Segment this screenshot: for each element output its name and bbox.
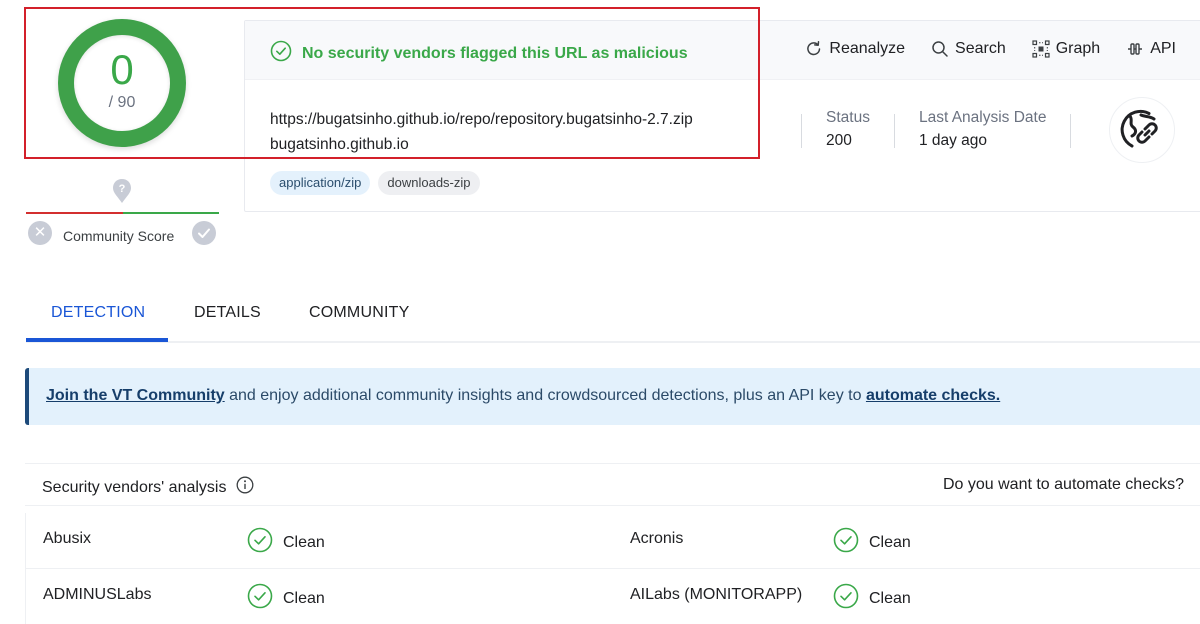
vendors-title: Security vendors' analysis [42,476,254,499]
tag-application-zip[interactable]: application/zip [270,171,371,195]
join-community-link[interactable]: Join the VT Community [46,387,225,404]
tab-details[interactable]: DETAILS [194,304,261,341]
tab-detection[interactable]: DETECTION [51,304,145,341]
api-button[interactable]: API [1126,40,1176,58]
vendors-header: Security vendors' analysis Do you want t… [25,463,1200,506]
x-icon[interactable]: ✕ [28,221,52,245]
graph-label: Graph [1055,40,1101,57]
api-icon [1126,40,1144,58]
banner-body: and enjoy additional community insights … [224,387,866,404]
graph-button[interactable]: Graph [1032,40,1100,58]
check-icon[interactable] [192,221,216,245]
automate-checks-prompt[interactable]: Do you want to automate checks? [943,476,1184,494]
card-header: No security vendors flagged this URL as … [245,21,1200,80]
tag-downloads-zip[interactable]: downloads-zip [378,171,480,195]
target-url[interactable]: https://bugatsinho.github.io/repo/reposi… [270,107,693,132]
reanalyze-label: Reanalyze [829,40,906,57]
detection-score-gauge: 0 / 90 [58,19,186,147]
vendor-result-text: Clean [869,533,911,551]
globe-link-icon [1109,97,1175,163]
analysis-summary-card: No security vendors flagged this URL as … [244,20,1200,212]
total-engines: / 90 [108,94,136,111]
vendor-name: Acronis [630,530,684,547]
search-button[interactable]: Search [931,40,1006,58]
check-circle-icon [247,527,273,558]
target-info: https://bugatsinho.github.io/repo/reposi… [270,107,693,157]
svg-text:?: ? [119,183,126,195]
tab-community[interactable]: COMMUNITY [309,304,409,341]
last-analysis-field: Last Analysis Date 1 day ago [895,108,1071,153]
analysis-meta: Status 200 Last Analysis Date 1 day ago [801,108,1072,153]
score-inner: 0 / 90 [74,35,170,131]
verdict-text: No security vendors flagged this URL as … [302,44,688,62]
verdict: No security vendors flagged this URL as … [270,40,688,67]
community-score-bar [26,212,219,215]
community-score: ? ✕ Community Score [26,178,220,250]
refresh-icon [805,40,823,58]
vendor-result: Clean [247,527,325,558]
api-label: API [1150,40,1176,57]
detections-count: 0 [110,46,134,93]
vendor-name: Abusix [43,530,92,547]
status-field: Status 200 [802,108,894,153]
vendor-result: Clean [833,527,911,558]
divider [1070,114,1072,148]
vendor-result-text: Clean [283,589,325,607]
graph-icon [1032,40,1050,58]
vendor-result: Clean [833,583,911,614]
status-value: 200 [826,132,852,149]
community-score-label: Community Score [63,228,175,244]
vendor-row: ADMINUSLabs Clean AILabs (MONITORAPP) Cl… [25,569,1200,624]
status-label: Status [826,109,870,126]
question-marker-icon: ? [112,178,132,204]
search-icon [931,40,949,58]
last-analysis-value: 1 day ago [918,132,988,149]
vendor-result-text: Clean [869,589,911,607]
tab-bar: DETECTION DETAILS COMMUNITY [26,296,1200,343]
check-circle-icon [833,527,859,558]
vendor-name: AILabs (MONITORAPP) [630,586,803,603]
tag-list: application/zip downloads-zip [270,171,480,195]
community-banner: Join the VT Community and enjoy addition… [25,368,1200,425]
info-icon[interactable] [236,476,254,499]
check-circle-icon [270,40,292,67]
action-toolbar: Reanalyze Search Graph API [805,40,1176,58]
score-ring: 0 / 90 [58,19,186,147]
reanalyze-button[interactable]: Reanalyze [805,40,905,58]
last-analysis-label: Last Analysis Date [918,109,1047,126]
vendor-result: Clean [247,583,325,614]
target-domain[interactable]: bugatsinho.github.io [270,132,693,157]
active-tab-indicator [26,338,168,342]
vendor-row: Abusix Clean Acronis Clean [25,513,1200,569]
search-label: Search [955,40,1006,57]
vendors-title-text: Security vendors' analysis [42,478,227,496]
check-circle-icon [247,583,273,614]
vendor-name: ADMINUSLabs [43,586,152,603]
automate-checks-link[interactable]: automate checks. [866,387,1000,404]
banner-text: Join the VT Community and enjoy addition… [46,387,1000,405]
check-circle-icon [833,583,859,614]
vendor-result-text: Clean [283,533,325,551]
